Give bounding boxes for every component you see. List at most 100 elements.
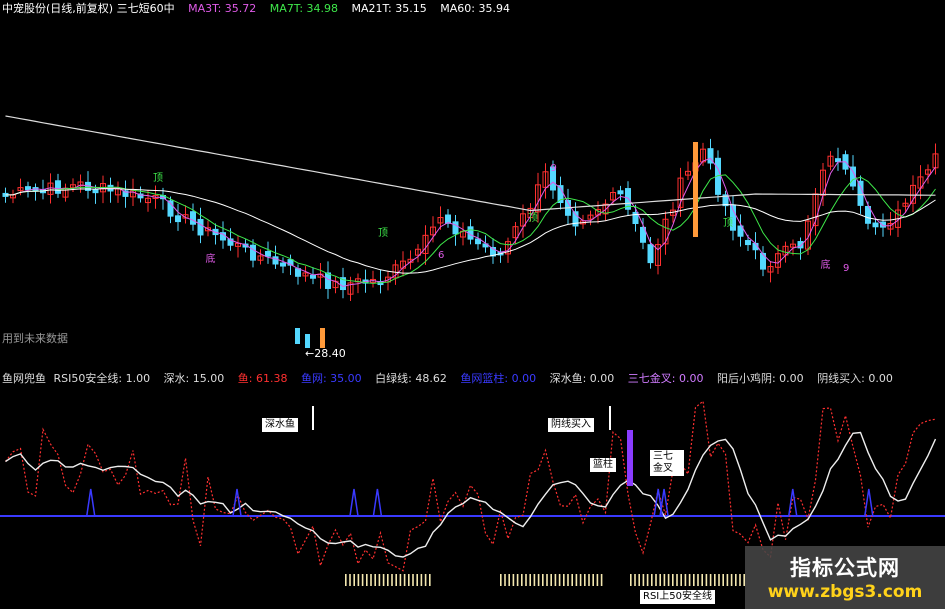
candle-body	[55, 180, 61, 194]
rsi-safe-tick	[709, 574, 712, 586]
future-candle	[305, 334, 310, 348]
rsi-safe-tick	[420, 574, 423, 586]
golden-cross-bar	[627, 430, 633, 486]
rsi-safe-tick	[588, 574, 590, 586]
rsi-safe-tick	[684, 574, 687, 586]
rsi-safe-tick	[688, 574, 691, 586]
rsi-safe-tick	[735, 574, 737, 586]
candle-body	[325, 272, 331, 289]
rsi-safe-tick	[424, 574, 427, 586]
rsi-safe-tick	[672, 574, 674, 586]
rsi-safe-tick	[550, 574, 552, 586]
yinxian-buy-box: 阴线买入	[548, 418, 594, 432]
rsi-safe-tick	[579, 574, 582, 586]
fishnet-spike	[788, 488, 798, 517]
rsi-safe-tick	[429, 574, 431, 586]
watermark-line1: 指标公式网	[790, 556, 900, 580]
low-price-label: ←28.40	[305, 347, 346, 360]
rsi-safe-tick	[537, 574, 540, 586]
rsi-safe-line-box: RSI上50安全线	[640, 590, 715, 604]
rsi-safe-tick	[345, 574, 347, 586]
watermark-line2: www.zbgs3.com	[767, 582, 923, 602]
future-data-note: 用到未来数据	[2, 332, 68, 345]
rsi-safe-tick	[542, 574, 544, 586]
rsi-safe-tick	[726, 574, 729, 586]
candle-body	[452, 221, 459, 235]
rsi-safe-tick	[529, 574, 531, 586]
sanqi-golden-cross-box: 三七金叉	[650, 450, 684, 476]
ma3-readout: MA3T: 35.72	[188, 2, 257, 15]
rsi-safe-tick	[408, 574, 410, 586]
rsi-safe-tick	[630, 574, 632, 586]
fishnet-spike	[86, 488, 96, 517]
signal-marker: 6	[438, 250, 444, 261]
rsi-safe-tick	[575, 574, 578, 586]
rsi-safe-tick	[382, 574, 385, 586]
rsi-safe-tick	[693, 574, 695, 586]
candle-body	[250, 244, 256, 261]
rsi-safe-tick	[357, 574, 360, 586]
signal-marker: 9	[551, 163, 557, 174]
rsi-safe-tick	[730, 574, 733, 586]
candle-body	[175, 215, 181, 223]
candle-body	[190, 211, 196, 225]
rsi-safe-tick	[546, 574, 548, 586]
rsi-safe-tick	[374, 574, 376, 586]
price-header: 中宠股份(日线,前复权) 三七短60中 MA3T: 35.72 MA7T: 34…	[2, 0, 520, 16]
candle-body	[647, 244, 654, 264]
future-candle	[295, 328, 300, 344]
fishnet-spike	[864, 488, 874, 517]
candle-body	[197, 218, 204, 236]
fishnet-spike	[349, 488, 359, 517]
rsi-safe-tick	[349, 574, 351, 586]
signal-marker: 顶	[378, 227, 388, 239]
candle-body	[25, 186, 31, 191]
rsi-safe-tick	[403, 574, 406, 586]
rsi-safe-tick	[412, 574, 414, 586]
fishnet-spike	[372, 488, 383, 517]
fishnet-spike	[232, 488, 242, 517]
signal-marker: 顶	[528, 212, 538, 224]
rsi-safe-tick	[563, 574, 565, 586]
candle-body	[872, 222, 879, 228]
ma60-readout: MA60: 35.94	[440, 2, 510, 15]
rsi-safe-tick	[416, 574, 418, 586]
rsi-safe-tick	[395, 574, 397, 586]
rsi-safe-tick	[705, 574, 708, 586]
ma21-readout: MA21T: 35.15	[351, 2, 427, 15]
signal-marker: 顶	[723, 217, 733, 229]
rsi-safe-tick	[387, 574, 389, 586]
rsi-safe-tick	[554, 574, 557, 586]
rsi-safe-tick	[634, 574, 636, 586]
lanzhu-box: 篮柱	[590, 458, 616, 472]
watermark: 指标公式网 www.zbgs3.com	[745, 546, 945, 609]
stock-chart-window: 中宠股份(日线,前复权) 三七短60中 MA3T: 35.72 MA7T: 34…	[0, 0, 945, 609]
candle-body	[617, 190, 624, 195]
rsi-safe-tick	[659, 574, 661, 586]
rsi-safe-tick	[361, 574, 364, 586]
candle-body	[857, 180, 864, 206]
highlight-candle	[693, 142, 698, 237]
candle-body	[272, 256, 279, 265]
rsi-safe-tick	[370, 574, 372, 586]
shenshuiyu-box: 深水鱼	[262, 418, 298, 432]
signal-marker: 底	[821, 258, 831, 271]
rsi-safe-tick	[399, 574, 402, 586]
candle-body	[445, 214, 451, 224]
price-chart-canvas[interactable]: 顶顶顶顶底底699	[0, 16, 945, 366]
rsi-safe-tick	[525, 574, 527, 586]
candle-body	[745, 240, 751, 246]
chart-title: 中宠股份(日线,前复权) 三七短60中	[2, 2, 175, 15]
signal-marker: 9	[843, 263, 849, 274]
future-candle	[320, 328, 325, 348]
rsi-safe-tick	[504, 574, 506, 586]
rsi-safe-tick	[592, 574, 594, 586]
rsi-safe-tick	[391, 574, 393, 586]
ma7-readout: MA7T: 34.98	[269, 2, 339, 15]
signal-marker: 底	[206, 252, 216, 265]
rsi-safe-tick	[739, 574, 741, 586]
rsi-safe-tick	[508, 574, 510, 586]
candle-body	[265, 251, 271, 257]
rsi-safe-tick	[722, 574, 724, 586]
rsi-safe-tick	[584, 574, 586, 586]
